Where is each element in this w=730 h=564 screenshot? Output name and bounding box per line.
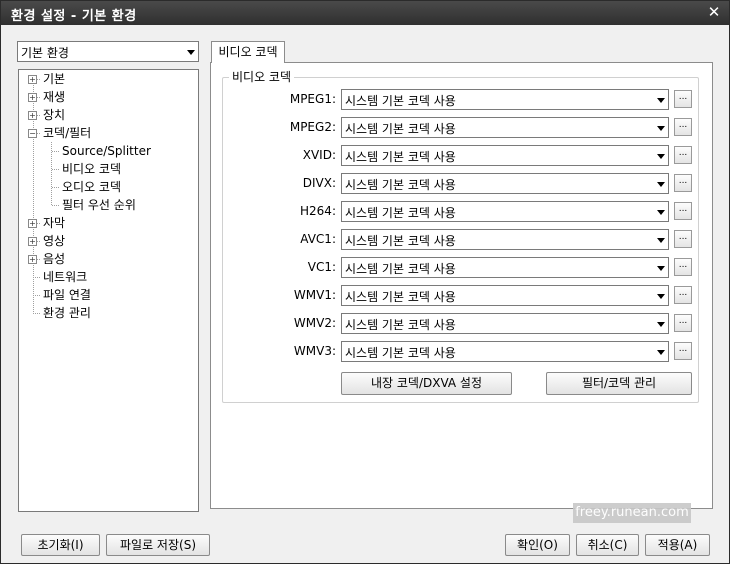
apply-button[interactable]: 적용(A) — [645, 534, 710, 556]
codec-select-wmv3[interactable]: 시스템 기본 코덱 사용 — [341, 341, 669, 362]
codec-select-vc1[interactable]: 시스템 기본 코덱 사용 — [341, 257, 669, 278]
button-label: 취소(C) — [587, 538, 628, 552]
tree-item-codec-filter[interactable]: 코덱/필터 — [43, 124, 91, 142]
ok-button[interactable]: 확인(O) — [505, 534, 570, 556]
chevron-down-icon — [657, 265, 665, 271]
reset-button[interactable]: 초기화(I) — [21, 534, 100, 556]
codec-more-button-divx[interactable]: ... — [674, 174, 692, 192]
codec-select-xvid[interactable]: 시스템 기본 코덱 사용 — [341, 145, 669, 166]
codec-more-button-avc1[interactable]: ... — [674, 230, 692, 248]
codec-select-divx[interactable]: 시스템 기본 코덱 사용 — [341, 173, 669, 194]
codec-select-value: 시스템 기본 코덱 사용 — [345, 206, 456, 220]
codec-select-value: 시스템 기본 코덱 사용 — [345, 346, 456, 360]
codec-label-wmv1: WMV1: — [293, 288, 336, 302]
tree-item-basic[interactable]: 기본 — [43, 70, 65, 88]
codec-label-h264: H264: — [300, 204, 336, 218]
codec-select-value: 시스템 기본 코덱 사용 — [345, 122, 456, 136]
window-title: 환경 설정 - 기본 환경 — [11, 9, 137, 24]
chevron-down-icon — [657, 293, 665, 299]
profile-combo[interactable]: 기본 환경 — [17, 41, 199, 62]
chevron-down-icon — [657, 125, 665, 131]
codec-more-button-vc1[interactable]: ... — [674, 258, 692, 276]
codec-select-value: 시스템 기본 코덱 사용 — [345, 178, 456, 192]
codec-select-value: 시스템 기본 코덱 사용 — [345, 290, 456, 304]
codec-more-button-mpeg2[interactable]: ... — [674, 118, 692, 136]
chevron-down-icon — [657, 209, 665, 215]
tree-item-video[interactable]: 영상 — [43, 232, 65, 250]
profile-combo-value: 기본 환경 — [21, 46, 69, 60]
button-label: 파일로 저장(S) — [120, 538, 196, 552]
codec-select-wmv1[interactable]: 시스템 기본 코덱 사용 — [341, 285, 669, 306]
codec-label-avc1: AVC1: — [300, 232, 336, 246]
codec-label-vc1: VC1: — [307, 260, 336, 274]
tree-item-network[interactable]: 네트워크 — [43, 268, 87, 286]
title-bar[interactable]: 환경 설정 - 기본 환경 ✕ — [1, 1, 729, 25]
expand-icon[interactable]: + — [28, 219, 37, 228]
chevron-down-icon — [657, 321, 665, 327]
expand-icon[interactable]: + — [28, 75, 37, 84]
codec-label-mpeg1: MPEG1: — [289, 92, 336, 106]
codec-label-wmv2: WMV2: — [293, 316, 336, 330]
watermark: freey.runean.com — [573, 503, 691, 523]
chevron-down-icon — [657, 237, 665, 243]
preferences-window: 환경 설정 - 기본 환경 ✕ 기본 환경 + 기본 + 재생 + 장치 − 코… — [0, 0, 730, 564]
tree-item-device[interactable]: 장치 — [43, 106, 65, 124]
tree-item-file-association[interactable]: 파일 연결 — [43, 286, 91, 304]
button-label: 적용(A) — [657, 538, 698, 552]
tree-item-subtitle[interactable]: 자막 — [43, 214, 65, 232]
codec-select-wmv2[interactable]: 시스템 기본 코덱 사용 — [341, 313, 669, 334]
close-icon[interactable]: ✕ — [705, 3, 723, 21]
chevron-down-icon — [187, 49, 195, 55]
expand-icon[interactable]: + — [28, 255, 37, 264]
tree-item-playback[interactable]: 재생 — [43, 88, 65, 106]
codec-select-h264[interactable]: 시스템 기본 코덱 사용 — [341, 201, 669, 222]
tab-video-codec[interactable]: 비디오 코덱 — [211, 41, 285, 63]
button-label: 필터/코덱 관리 — [581, 376, 657, 390]
codec-select-mpeg2[interactable]: 시스템 기본 코덱 사용 — [341, 117, 669, 138]
tree-item-audio-codec[interactable]: 오디오 코덱 — [62, 178, 121, 196]
codec-select-mpeg1[interactable]: 시스템 기본 코덱 사용 — [341, 89, 669, 110]
internal-codec-dxva-button[interactable]: 내장 코덱/DXVA 설정 — [341, 372, 512, 395]
group-title: 비디오 코덱 — [229, 68, 295, 85]
filter-codec-manage-button[interactable]: 필터/코덱 관리 — [546, 372, 692, 395]
settings-tree[interactable]: + 기본 + 재생 + 장치 − 코덱/필터 Source/Splitter 비… — [18, 69, 199, 512]
cancel-button[interactable]: 취소(C) — [576, 534, 639, 556]
chevron-down-icon — [657, 349, 665, 355]
codec-label-divx: DIVX: — [302, 176, 336, 190]
codec-more-button-wmv1[interactable]: ... — [674, 286, 692, 304]
button-label: 확인(O) — [517, 538, 558, 552]
collapse-icon[interactable]: − — [28, 129, 37, 138]
tree-item-audio[interactable]: 음성 — [43, 250, 65, 268]
chevron-down-icon — [657, 181, 665, 187]
codec-label-wmv3: WMV3: — [293, 344, 336, 358]
codec-label-mpeg2: MPEG2: — [289, 120, 336, 134]
codec-select-value: 시스템 기본 코덱 사용 — [345, 262, 456, 276]
tree-item-config-manage[interactable]: 환경 관리 — [43, 304, 91, 322]
codec-select-avc1[interactable]: 시스템 기본 코덱 사용 — [341, 229, 669, 250]
codec-more-button-wmv3[interactable]: ... — [674, 342, 692, 360]
codec-more-button-h264[interactable]: ... — [674, 202, 692, 220]
codec-select-value: 시스템 기본 코덱 사용 — [345, 318, 456, 332]
codec-select-value: 시스템 기본 코덱 사용 — [345, 94, 456, 108]
expand-icon[interactable]: + — [28, 237, 37, 246]
expand-icon[interactable]: + — [28, 93, 37, 102]
codec-select-value: 시스템 기본 코덱 사용 — [345, 234, 456, 248]
save-to-file-button[interactable]: 파일로 저장(S) — [106, 534, 210, 556]
button-label: 초기화(I) — [37, 538, 84, 552]
expand-icon[interactable]: + — [28, 111, 37, 120]
tree-item-source-splitter[interactable]: Source/Splitter — [62, 142, 151, 160]
tree-item-video-codec[interactable]: 비디오 코덱 — [62, 160, 121, 178]
chevron-down-icon — [657, 153, 665, 159]
chevron-down-icon — [657, 97, 665, 103]
codec-more-button-wmv2[interactable]: ... — [674, 314, 692, 332]
button-label: 내장 코덱/DXVA 설정 — [370, 376, 483, 390]
codec-more-button-mpeg1[interactable]: ... — [674, 90, 692, 108]
codec-more-button-xvid[interactable]: ... — [674, 146, 692, 164]
codec-label-xvid: XVID: — [302, 148, 336, 162]
tree-item-filter-priority[interactable]: 필터 우선 순위 — [62, 196, 136, 214]
codec-select-value: 시스템 기본 코덱 사용 — [345, 150, 456, 164]
